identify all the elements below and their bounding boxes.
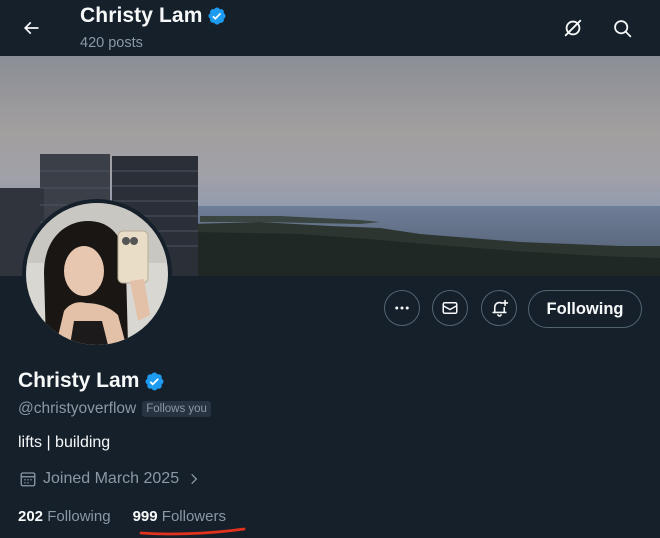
- calendar-icon: [20, 472, 36, 487]
- grok-icon: [564, 19, 582, 37]
- joined-date[interactable]: Joined March 2025: [19, 470, 201, 488]
- profile-name-row: Christy Lam: [18, 369, 165, 393]
- profile-avatar[interactable]: [22, 199, 172, 349]
- notify-button[interactable]: [481, 290, 517, 326]
- mail-icon: [442, 302, 458, 314]
- search-button[interactable]: [603, 9, 641, 47]
- bell-plus-icon: [491, 299, 508, 317]
- followers-stat[interactable]: 999 Followers: [133, 508, 226, 525]
- more-options-button[interactable]: [384, 290, 420, 326]
- verified-badge-icon: [208, 7, 227, 25]
- verified-badge-icon: [145, 372, 164, 390]
- follow-stats: 202 Following 999 Followers: [18, 508, 226, 525]
- search-icon: [613, 19, 631, 37]
- handle-row: @christyoverflow Follows you: [18, 400, 211, 418]
- profile-handle: @christyoverflow: [18, 400, 137, 417]
- chevron-right-icon: [191, 473, 198, 485]
- avatar-image: [26, 203, 168, 345]
- profile-name: Christy Lam: [18, 369, 140, 392]
- annotation-underline: [139, 527, 246, 536]
- post-count: 420 posts: [80, 35, 143, 51]
- following-count: 202: [18, 508, 44, 525]
- follows-you-badge: Follows you: [142, 401, 211, 417]
- back-button[interactable]: [12, 9, 50, 47]
- top-bar: Christy Lam 420 posts: [0, 0, 660, 56]
- followers-label: Followers: [161, 508, 226, 525]
- following-label: Following: [47, 508, 111, 525]
- following-stat[interactable]: 202 Following: [18, 508, 111, 525]
- grok-button[interactable]: [554, 9, 592, 47]
- more-dots-icon: [395, 306, 409, 310]
- joined-text: Joined March 2025: [43, 470, 180, 487]
- message-button[interactable]: [432, 290, 468, 326]
- followers-count: 999: [132, 508, 158, 525]
- arrow-left-icon: [23, 21, 39, 35]
- profile-bio: lifts | building: [18, 434, 111, 451]
- header-title: Christy Lam: [80, 4, 227, 28]
- header-name: Christy Lam: [80, 4, 203, 27]
- following-button[interactable]: Following: [528, 290, 642, 328]
